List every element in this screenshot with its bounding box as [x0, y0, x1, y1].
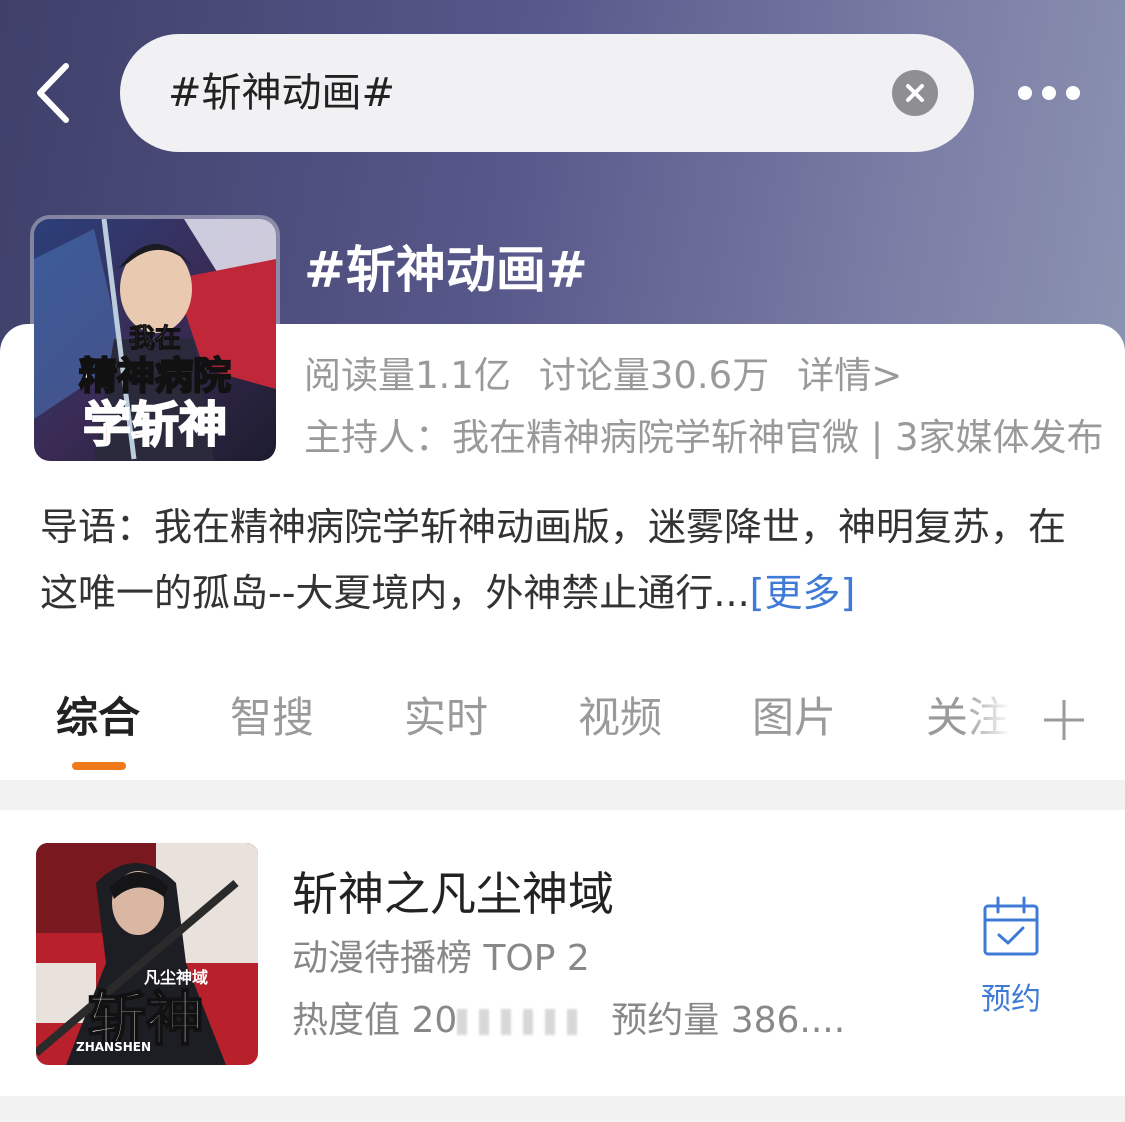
- dot-icon: [1042, 86, 1056, 100]
- tab-images[interactable]: 图片: [752, 688, 836, 748]
- reservation-count: 预约量 386....: [611, 1000, 846, 1041]
- cover-art: 我在 精神病院 学斩神: [34, 219, 276, 461]
- anime-poster-image[interactable]: 凡尘神域 斩神 ZHANSHEN: [36, 843, 258, 1065]
- host-info[interactable]: 主持人：我在精神病院学斩神官微 | 3家媒体发布: [304, 412, 1125, 464]
- reserve-button[interactable]: 预约: [966, 892, 1056, 1022]
- discussion-count: 讨论量30.6万: [538, 354, 770, 397]
- topic-title: #斩神动画#: [304, 241, 588, 299]
- clear-search-button[interactable]: [892, 70, 938, 116]
- tab-fade-overlay: [962, 688, 1032, 752]
- poster-art: 凡尘神域 斩神 ZHANSHEN: [36, 843, 258, 1065]
- tab-realtime[interactable]: 实时: [404, 688, 488, 748]
- tab-bar: 综合 智搜 实时 视频 图片 关注: [0, 688, 1125, 752]
- anime-rank: 动漫待播榜 TOP 2: [292, 938, 590, 979]
- anime-item-card[interactable]: 凡尘神域 斩神 ZHANSHEN 斩神之凡尘神域 动漫待播榜 TOP 2 热度值…: [0, 810, 1125, 1096]
- cover-text-line2: 精神病院: [79, 354, 231, 398]
- search-query: #斩神动画#: [168, 70, 396, 116]
- poster-latin: ZHANSHEN: [76, 1040, 151, 1054]
- calendar-check-icon: [983, 896, 1039, 956]
- cover-text-line3: 学斩神: [83, 397, 227, 453]
- tab-comprehensive[interactable]: 综合: [56, 688, 140, 748]
- add-tab-button[interactable]: [1040, 696, 1088, 744]
- intro-more-link[interactable]: [更多]: [750, 571, 856, 615]
- dot-icon: [1066, 86, 1080, 100]
- anime-title[interactable]: 斩神之凡尘神域: [292, 864, 614, 924]
- read-count: 阅读量1.1亿: [304, 354, 511, 397]
- topic-cover-image[interactable]: 我在 精神病院 学斩神: [34, 219, 276, 461]
- plus-icon: [1044, 700, 1084, 740]
- details-link[interactable]: 详情>: [797, 354, 902, 397]
- tab-smart-search[interactable]: 智搜: [230, 688, 314, 748]
- topic-stats: 阅读量1.1亿 讨论量30.6万 详情>: [304, 350, 930, 402]
- cover-text-line1: 我在: [129, 324, 181, 354]
- tab-video[interactable]: 视频: [578, 688, 662, 748]
- anime-meta: 热度值 20 预约量 386....: [292, 996, 845, 1046]
- dot-icon: [1018, 86, 1032, 100]
- close-icon: [906, 84, 924, 102]
- more-options-button[interactable]: [1008, 76, 1088, 110]
- intro-text: 导语：我在精神病院学斩神动画版，迷雾降世，神明复苏，在这唯一的孤岛--大夏境内，…: [40, 505, 1067, 615]
- active-tab-indicator: [72, 762, 126, 770]
- blurred-value: [457, 1009, 578, 1035]
- topic-intro: 导语：我在精神病院学斩神动画版，迷雾降世，神明复苏，在这唯一的孤岛--大夏境内，…: [40, 494, 1080, 626]
- reserve-label: 预约: [981, 982, 1041, 1017]
- chevron-left-icon: [37, 63, 69, 123]
- heat-value: 热度值 20: [292, 1000, 458, 1041]
- search-input[interactable]: #斩神动画#: [120, 34, 974, 152]
- back-button[interactable]: [28, 58, 88, 128]
